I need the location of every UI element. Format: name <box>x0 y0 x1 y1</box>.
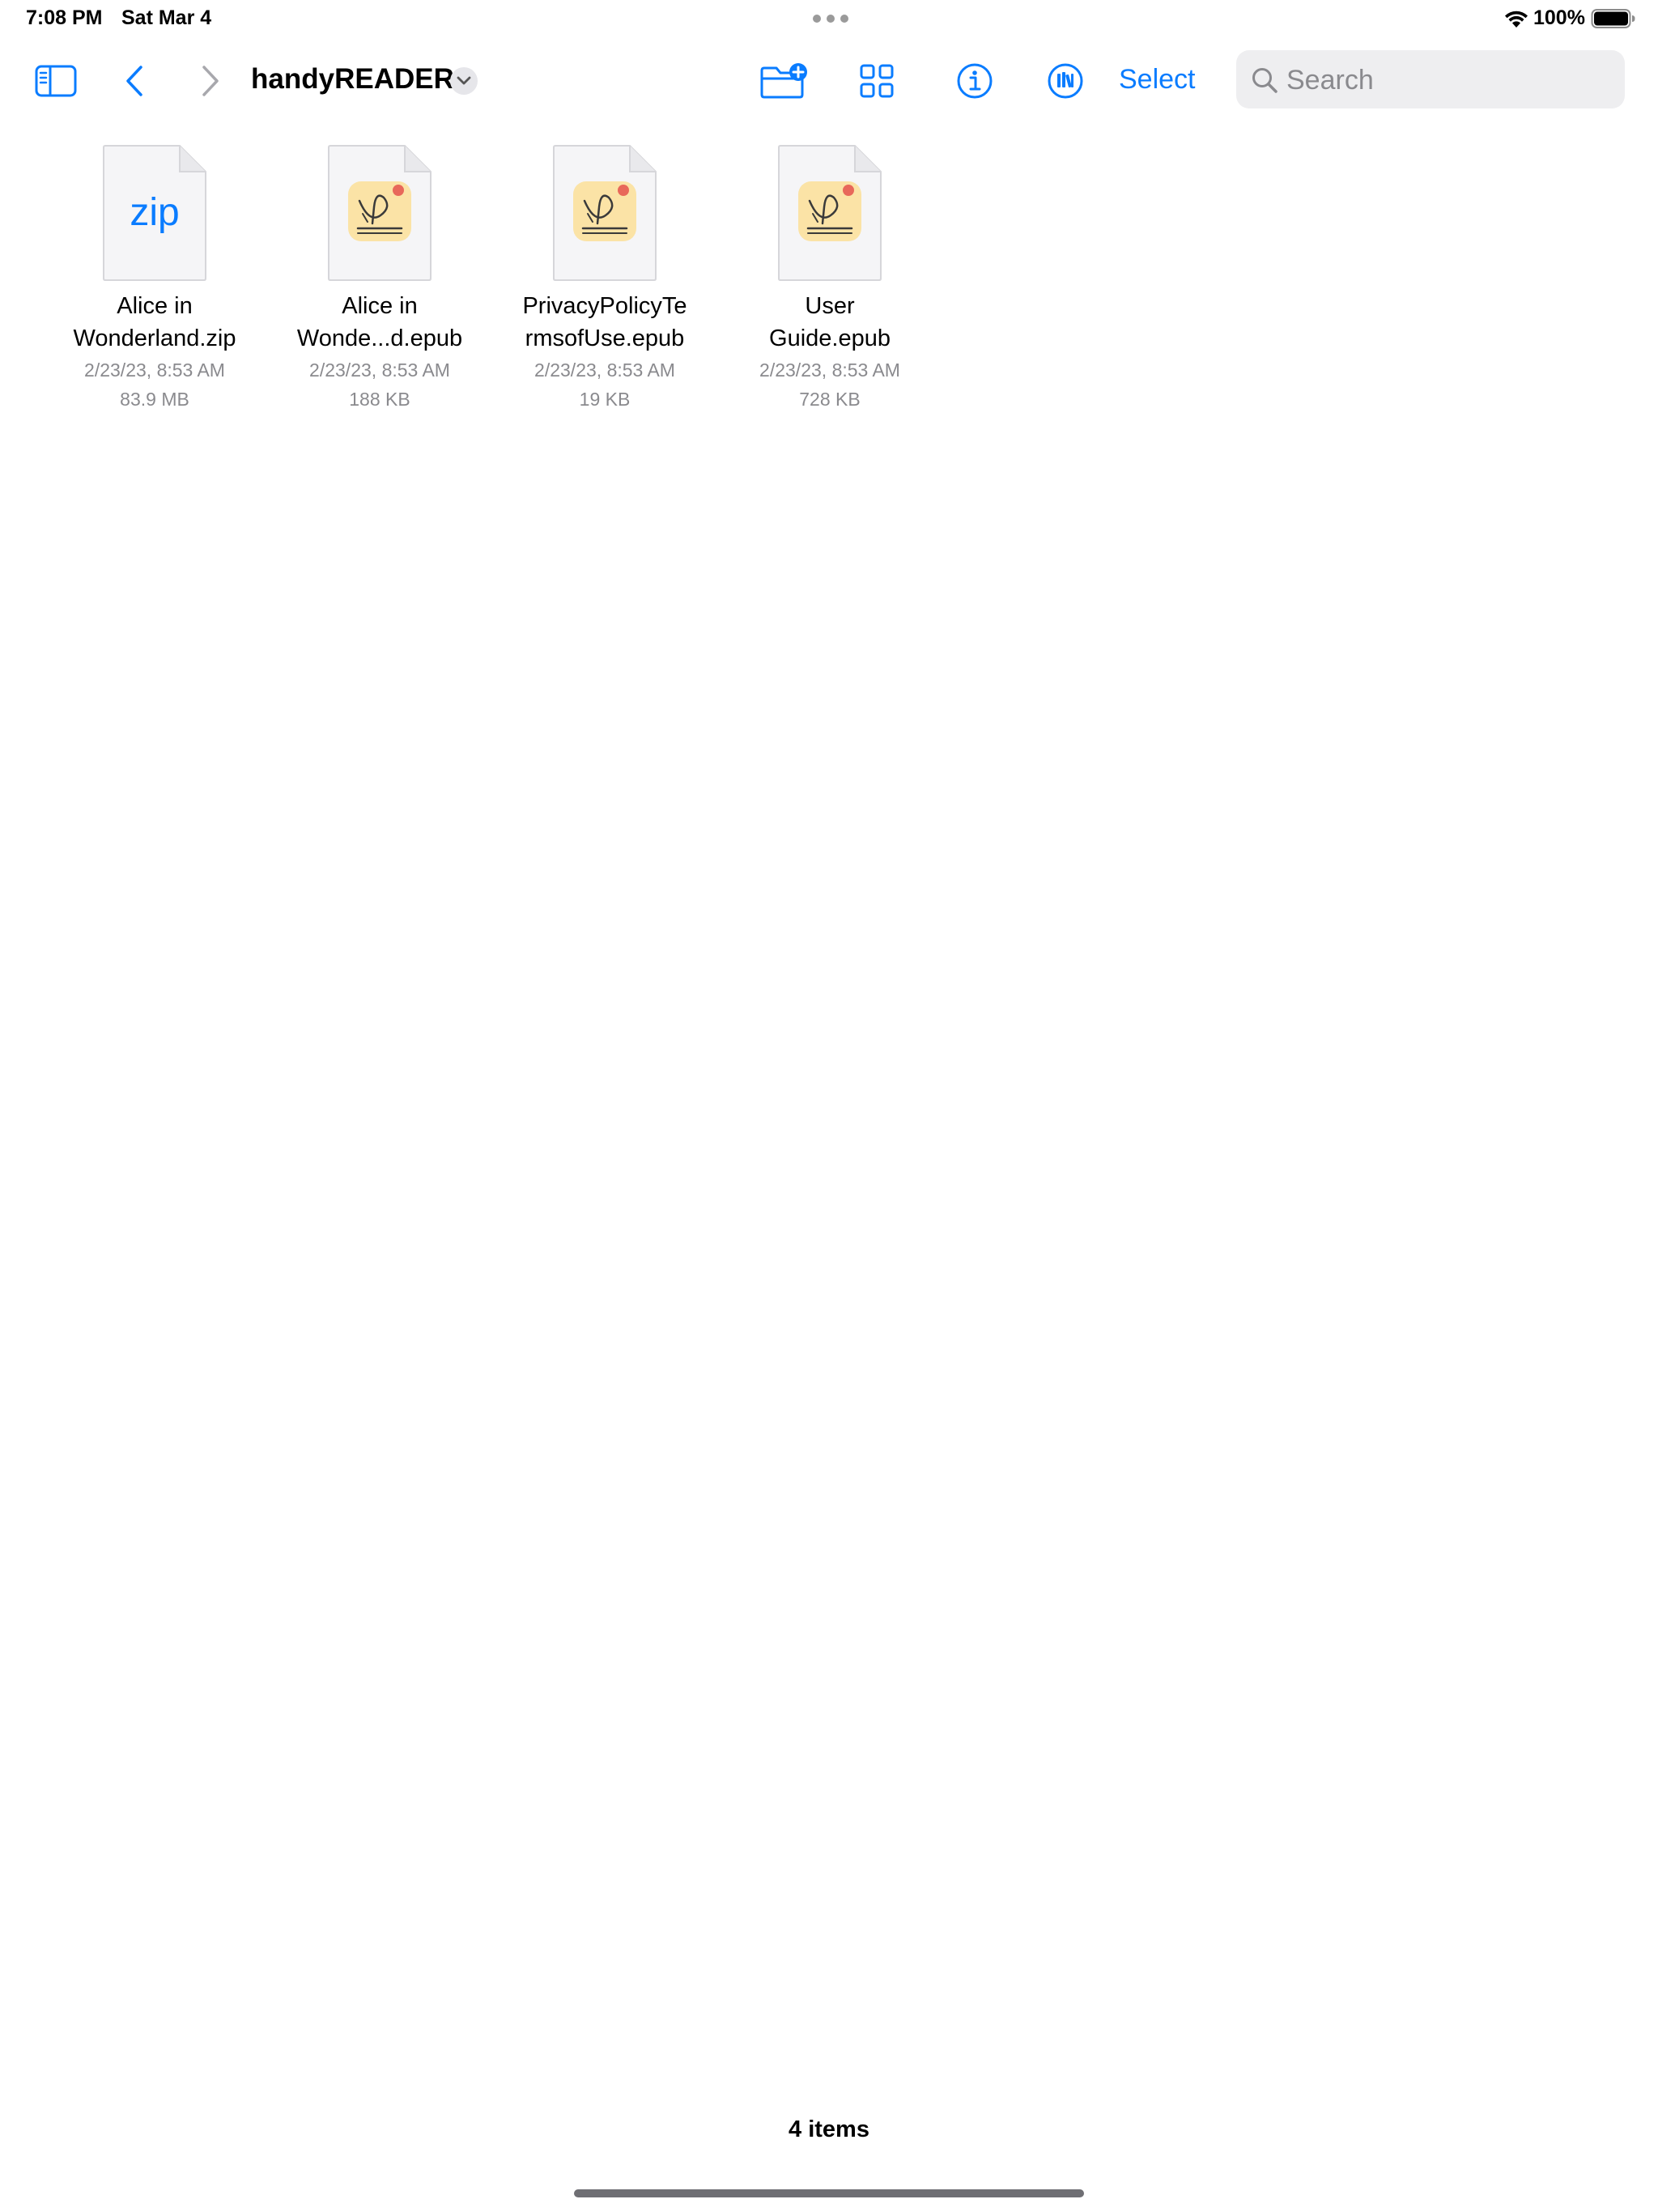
file-name-line2: Wonderland.zip <box>73 325 236 351</box>
file-item-alice-epub[interactable]: Alice in Wonde...d.epub 2/23/23, 8:53 AM… <box>278 143 481 418</box>
files-app-window: 7:08 PM Sat Mar 4 100% handyREADER Selec… <box>0 0 1658 2212</box>
chevron-down-icon <box>457 76 471 85</box>
file-name: Alice in Wonderland.zip <box>53 290 256 355</box>
toolbar: handyREADER Select Search <box>0 49 1658 113</box>
folder-menu-button[interactable] <box>450 67 478 95</box>
battery-icon <box>1591 9 1635 28</box>
sidebar-toggle-button[interactable] <box>32 63 79 99</box>
info-button[interactable] <box>955 62 994 100</box>
file-name-line1: PrivacyPolicyTe <box>522 293 687 319</box>
select-button[interactable]: Select <box>1119 60 1196 99</box>
info-icon <box>957 63 993 99</box>
zip-file-icon: zip <box>103 145 206 281</box>
file-name-line2: Guide.epub <box>769 325 891 351</box>
forward-button[interactable] <box>196 62 225 100</box>
view-options-button[interactable] <box>858 62 895 100</box>
file-item-user-guide-epub[interactable]: User Guide.epub 2/23/23, 8:53 AM 728 KB <box>729 143 931 418</box>
file-date: 2/23/23, 8:53 AM <box>309 359 450 381</box>
new-folder-button[interactable] <box>759 62 810 100</box>
file-grid: zip Alice in Wonderland.zip 2/23/23, 8:5… <box>53 143 1025 434</box>
file-size: 19 KB <box>579 389 631 410</box>
file-name: PrivacyPolicyTe rmsofUse.epub <box>504 290 706 355</box>
zip-label: zip <box>130 191 179 234</box>
new-folder-icon <box>760 63 807 99</box>
epub-file-icon <box>778 145 882 281</box>
file-size: 188 KB <box>349 389 410 410</box>
epub-file-icon <box>553 145 657 281</box>
file-name: User Guide.epub <box>729 290 931 355</box>
file-name-line2: rmsofUse.epub <box>525 325 685 351</box>
chevron-left-icon <box>126 66 142 96</box>
item-count: 4 items <box>789 2116 869 2142</box>
status-time: 7:08 PM <box>26 6 103 29</box>
file-name-line1: Alice in <box>342 293 418 319</box>
file-name: Alice in Wonde...d.epub <box>278 290 481 355</box>
file-item-privacy-epub[interactable]: PrivacyPolicyTe rmsofUse.epub 2/23/23, 8… <box>504 143 706 418</box>
home-indicator[interactable] <box>574 2189 1084 2197</box>
file-size: 728 KB <box>799 389 861 410</box>
back-button[interactable] <box>120 62 149 100</box>
file-size: 83.9 MB <box>120 389 189 410</box>
file-name-line1: User <box>805 293 855 319</box>
search-field[interactable] <box>1236 50 1625 110</box>
file-date: 2/23/23, 8:53 AM <box>759 359 900 381</box>
search-icon <box>1252 68 1278 93</box>
sidebar-icon <box>35 65 77 97</box>
epub-file-icon <box>328 145 432 281</box>
status-date: Sat Mar 4 <box>121 6 212 29</box>
folder-title[interactable]: handyREADER <box>251 60 454 99</box>
file-name-line1: Alice in <box>117 293 193 319</box>
library-button[interactable] <box>1046 62 1085 100</box>
file-item-alice-zip[interactable]: zip Alice in Wonderland.zip 2/23/23, 8:5… <box>53 143 256 418</box>
grid-view-icon <box>860 64 894 98</box>
status-bar: 7:08 PM Sat Mar 4 100% <box>0 0 1658 39</box>
file-date: 2/23/23, 8:53 AM <box>534 359 675 381</box>
wifi-icon <box>1505 11 1528 28</box>
library-icon <box>1048 63 1083 99</box>
file-name-line2: Wonde...d.epub <box>296 325 463 351</box>
file-date: 2/23/23, 8:53 AM <box>84 359 225 381</box>
multitask-dots-icon[interactable] <box>813 15 848 23</box>
chevron-right-icon <box>202 66 219 96</box>
battery-percent: 100% <box>1533 6 1585 29</box>
search-input[interactable] <box>1285 50 1612 110</box>
